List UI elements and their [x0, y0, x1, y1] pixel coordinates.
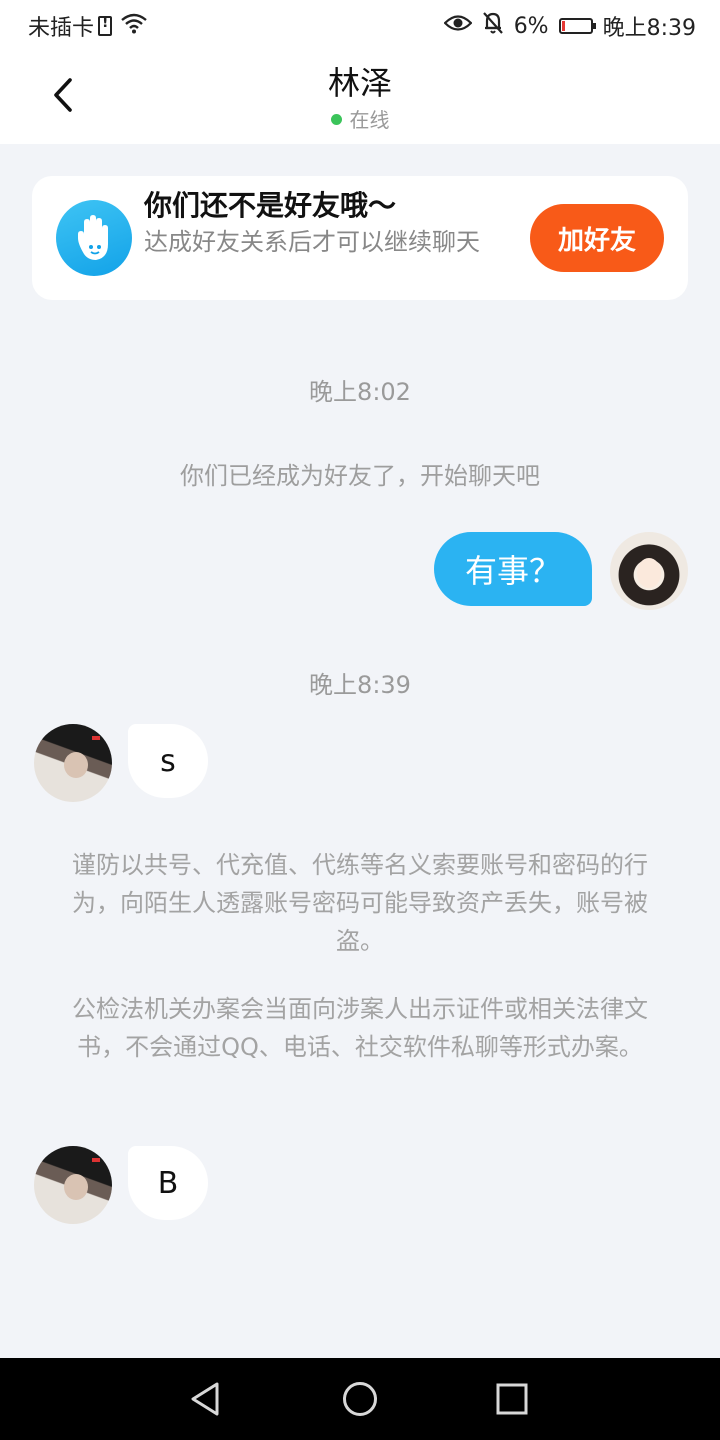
security-notice: 公检法机关办案会当面向涉案人出示证件或相关法律文书，不会通过QQ、电话、社交软件…: [72, 995, 648, 1061]
add-friend-button[interactable]: 加好友: [530, 204, 664, 272]
contact-avatar[interactable]: [34, 1146, 112, 1224]
status-left: 未插卡: [28, 10, 148, 42]
status-right: 6% 晚上8:39: [434, 10, 696, 42]
my-avatar[interactable]: [610, 532, 688, 610]
nav-recents-icon: [496, 1383, 528, 1415]
avatar-accent: [92, 736, 100, 740]
nav-back-button[interactable]: [182, 1376, 228, 1422]
carrier-text: 未插卡: [28, 16, 95, 41]
incoming-message-bubble[interactable]: s: [128, 724, 208, 798]
nav-home-button[interactable]: [337, 1376, 383, 1422]
battery-icon: [558, 18, 596, 34]
status-bar: 未插卡 6% 晚上8:39: [0, 0, 720, 50]
system-navigation-bar: [0, 1358, 720, 1440]
contact-avatar[interactable]: [34, 724, 112, 802]
battery-percent: 6%: [513, 13, 549, 39]
online-status-text: 在线: [349, 108, 390, 132]
eye-icon: [443, 13, 473, 39]
online-status: 在线: [0, 104, 720, 133]
system-message: 你们已经成为好友了，开始聊天吧: [180, 462, 540, 490]
security-notice: 谨防以共号、代充值、代练等名义索要账号和密码的行为，向陌生人透露账号密码可能导致…: [72, 851, 648, 955]
nav-back-icon: [191, 1382, 219, 1416]
nav-home-icon: [343, 1382, 377, 1416]
wifi-icon: [120, 12, 148, 40]
incoming-message-bubble[interactable]: B: [128, 1146, 208, 1220]
contact-name: 林泽: [327, 64, 392, 102]
chat-header: 林泽 在线: [0, 50, 720, 144]
friend-card-description: 达成好友关系后才可以继续聊天: [144, 228, 480, 256]
avatar-accent: [92, 1158, 100, 1162]
online-dot-icon: [330, 114, 342, 125]
timestamp: 晚上8:39: [309, 671, 411, 699]
avatar-face: [64, 752, 88, 778]
sim-alert-icon: [98, 15, 113, 36]
timestamp: 晚上8:02: [309, 378, 411, 406]
bell-off-icon: [482, 11, 504, 41]
friend-card-title: 你们还不是好友哦～: [144, 189, 397, 222]
avatar-face: [637, 558, 661, 588]
clock: 晚上8:39: [602, 16, 696, 41]
outgoing-message-bubble[interactable]: 有事？: [434, 532, 592, 606]
friend-request-card: 你们还不是好友哦～ 达成好友关系后才可以继续聊天 加好友: [32, 176, 688, 300]
wave-hand-icon: [56, 200, 132, 276]
nav-recents-button[interactable]: [489, 1376, 535, 1422]
avatar-face: [64, 1174, 88, 1200]
